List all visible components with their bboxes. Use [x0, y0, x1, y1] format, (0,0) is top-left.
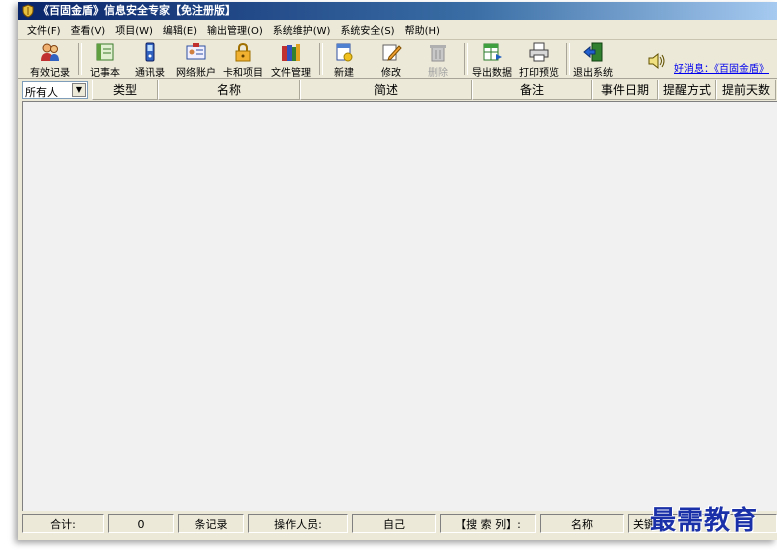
status-record-count: 0 — [108, 514, 174, 533]
column-header-type[interactable]: 类型 — [92, 80, 158, 100]
list-header: 所有人 ▼ 类型 名称 简述 备注 事件日期 提醒方式 提前天数 — [22, 80, 777, 101]
column-header-event-date[interactable]: 事件日期 — [592, 80, 658, 100]
main-window: 《百固金盾》信息安全专家【免注册版】 文件(F) 查看(V) 项目(W) 编辑(… — [18, 2, 777, 540]
print-preview-button[interactable]: 打印预览 — [517, 42, 561, 79]
edit-pencil-icon — [382, 44, 402, 61]
speaker-icon[interactable] — [646, 51, 668, 71]
exit-system-button[interactable]: 退出系统 — [571, 42, 615, 79]
owner-selected-value: 所有人 — [25, 86, 58, 99]
status-operator-label: 操作人员: — [248, 514, 348, 533]
export-data-button[interactable]: 导出数据 — [470, 42, 514, 79]
menu-help[interactable]: 帮助(H) — [400, 22, 445, 37]
status-search-column-value[interactable]: 名称 — [540, 514, 624, 533]
toolbar-separator — [464, 43, 468, 75]
notebook-button[interactable]: 记事本 — [85, 42, 125, 79]
trash-icon — [430, 45, 446, 62]
menu-output[interactable]: 输出管理(O) — [202, 22, 268, 37]
cards-button[interactable]: 卡和项目 — [221, 42, 265, 79]
users-icon — [41, 43, 59, 61]
modify-button[interactable]: 修改 — [373, 42, 409, 79]
toolbar-separator — [78, 43, 82, 75]
contacts-button[interactable]: 通讯录 — [130, 42, 170, 79]
lock-icon — [235, 42, 251, 62]
phone-icon — [145, 42, 155, 62]
status-record-unit: 条记录 — [178, 514, 244, 533]
menu-maintenance[interactable]: 系统维护(W) — [268, 22, 336, 37]
printer-icon — [529, 42, 549, 62]
column-header-days-ahead[interactable]: 提前天数 — [716, 80, 776, 100]
exit-door-icon — [583, 42, 603, 62]
column-header-summary[interactable]: 简述 — [300, 80, 472, 100]
notebook-icon — [96, 43, 114, 61]
menu-edit[interactable]: 编辑(E) — [158, 22, 202, 37]
new-document-icon — [336, 43, 353, 62]
column-header-name[interactable]: 名称 — [158, 80, 300, 100]
status-operator-value: 自己 — [352, 514, 436, 533]
toolbar: 有效记录 记事本 通讯录 网络账户 卡和项目 文件管理 新建 修改 删除 导出数… — [18, 40, 777, 79]
toolbar-separator — [319, 43, 323, 75]
menu-file[interactable]: 文件(F) — [22, 22, 66, 37]
menu-security[interactable]: 系统安全(S) — [335, 22, 399, 37]
delete-button[interactable]: 删除 — [420, 42, 456, 79]
valid-records-button[interactable]: 有效记录 — [26, 42, 74, 79]
network-accounts-button[interactable]: 网络账户 — [174, 42, 218, 79]
books-icon — [282, 44, 300, 61]
title-bar[interactable]: 《百固金盾》信息安全专家【免注册版】 — [18, 2, 777, 20]
shield-app-icon — [22, 4, 34, 18]
column-header-remind-method[interactable]: 提醒方式 — [658, 80, 716, 100]
good-news-link[interactable]: 好消息：《百固金盾》 — [674, 60, 769, 75]
spreadsheet-icon — [483, 43, 502, 61]
status-search-column-label: 【搜 索 列】: — [440, 514, 536, 533]
watermark-text: 最需教育 — [650, 506, 759, 536]
chevron-down-icon[interactable]: ▼ — [72, 83, 86, 97]
owner-filter-select[interactable]: 所有人 ▼ — [22, 81, 88, 99]
records-list[interactable] — [22, 101, 777, 511]
menu-view[interactable]: 查看(V) — [66, 22, 111, 37]
column-header-note[interactable]: 备注 — [472, 80, 592, 100]
window-title: 《百固金盾》信息安全专家【免注册版】 — [38, 4, 236, 17]
id-card-icon — [186, 43, 206, 60]
file-management-button[interactable]: 文件管理 — [268, 42, 314, 79]
status-total-label: 合计: — [22, 514, 104, 533]
menu-item[interactable]: 项目(W) — [110, 22, 158, 37]
new-button[interactable]: 新建 — [326, 42, 362, 79]
menu-bar: 文件(F) 查看(V) 项目(W) 编辑(E) 输出管理(O) 系统维护(W) … — [18, 20, 777, 40]
toolbar-separator — [566, 43, 570, 75]
